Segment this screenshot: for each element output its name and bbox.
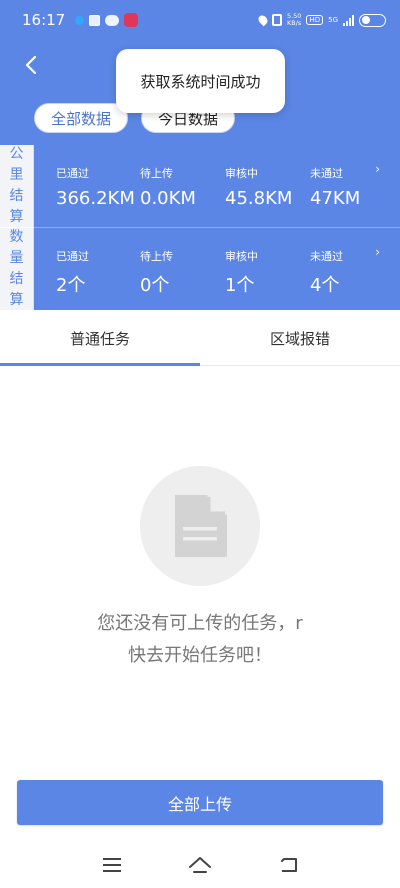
km-settlement-row[interactable]: 公 里 结 算 已通过 366.2KM 待上传 0.0KM 审核中 45.8KM… (0, 145, 400, 227)
count-row-label: 数 量 结 算 (0, 228, 34, 310)
nav-back-button[interactable] (274, 850, 304, 880)
chevron-right-icon[interactable]: › (375, 162, 380, 176)
tab-indicator (0, 363, 200, 366)
status-bar: 16:17 5.50 KB/s HD 5G (0, 0, 400, 40)
chevron-left-icon (25, 55, 37, 75)
notification-icons (75, 13, 139, 27)
net-speed-unit: KB/s (286, 19, 302, 27)
stat-value: 0个 (140, 275, 170, 296)
stat-value: 47KM (310, 188, 361, 209)
km-label-char: 公 (9, 146, 24, 162)
status-time: 16:17 (22, 11, 66, 29)
count-label-char: 结 (9, 271, 24, 287)
home-icon (189, 857, 211, 873)
stat-value: 1个 (225, 275, 255, 296)
empty-state-circle (140, 466, 260, 586)
tab-normal-task[interactable]: 普通任务 (0, 310, 200, 366)
system-icons: 5.50 KB/s HD 5G (256, 13, 386, 27)
stat-title: 待上传 (140, 250, 173, 263)
document-icon (175, 495, 227, 557)
count-label-char: 数 (9, 229, 24, 245)
back-icon (281, 858, 297, 872)
system-nav-bar (0, 840, 400, 888)
nav-home-button[interactable] (185, 850, 215, 880)
vibrate-icon (271, 14, 282, 26)
net-speed: 5.50 KB/s (287, 13, 301, 27)
app-red-icon (124, 13, 139, 27)
tab-area-error[interactable]: 区域报错 (200, 310, 400, 366)
network-type: 5G (328, 16, 338, 24)
chevron-right-icon[interactable]: › (375, 245, 380, 259)
back-button[interactable] (16, 50, 46, 80)
stat-title: 已通过 (56, 167, 89, 180)
empty-line-2: 快去开始任务吧！ (128, 645, 272, 666)
upload-all-button[interactable]: 全部上传 (17, 780, 383, 825)
toast: 获取系统时间成功 (116, 49, 285, 113)
stat-value: 45.8KM (225, 188, 293, 209)
stat-title: 已通过 (56, 250, 89, 263)
stat-title: 审核中 (225, 167, 258, 180)
km-row-label: 公 里 结 算 (0, 145, 34, 227)
menu-icon (103, 858, 121, 872)
count-label-char: 算 (9, 292, 24, 308)
signal-icon (343, 14, 354, 26)
empty-line-1: 您还没有可上传的任务，r (97, 613, 303, 634)
km-label-char: 结 (9, 188, 24, 204)
task-tabs: 普通任务 区域报错 (0, 310, 400, 366)
app-square-icon (89, 14, 101, 26)
app-dot-icon (75, 15, 85, 25)
wechat-icon (105, 14, 120, 26)
nav-menu-button[interactable] (97, 850, 127, 880)
filter-all-button[interactable]: 全部数据 (34, 103, 128, 133)
stat-title: 审核中 (225, 250, 258, 263)
km-label-char: 算 (9, 209, 24, 225)
location-icon (256, 13, 270, 27)
stat-value: 2个 (56, 275, 86, 296)
battery-icon (359, 13, 386, 27)
stat-value: 366.2KM (56, 188, 135, 209)
hd-badge: HD (306, 15, 324, 25)
stat-value: 0.0KM (140, 188, 196, 209)
stat-title: 待上传 (140, 167, 173, 180)
count-settlement-row[interactable]: 数 量 结 算 已通过 2个 待上传 0个 审核中 1个 未通过 4个 › (0, 228, 400, 310)
stat-title: 未通过 (310, 167, 343, 180)
empty-state-message: 您还没有可上传的任务，r 快去开始任务吧！ (0, 608, 400, 672)
count-label-char: 量 (9, 250, 24, 266)
km-label-char: 里 (9, 167, 24, 183)
stat-title: 未通过 (310, 250, 343, 263)
stat-value: 4个 (310, 275, 340, 296)
